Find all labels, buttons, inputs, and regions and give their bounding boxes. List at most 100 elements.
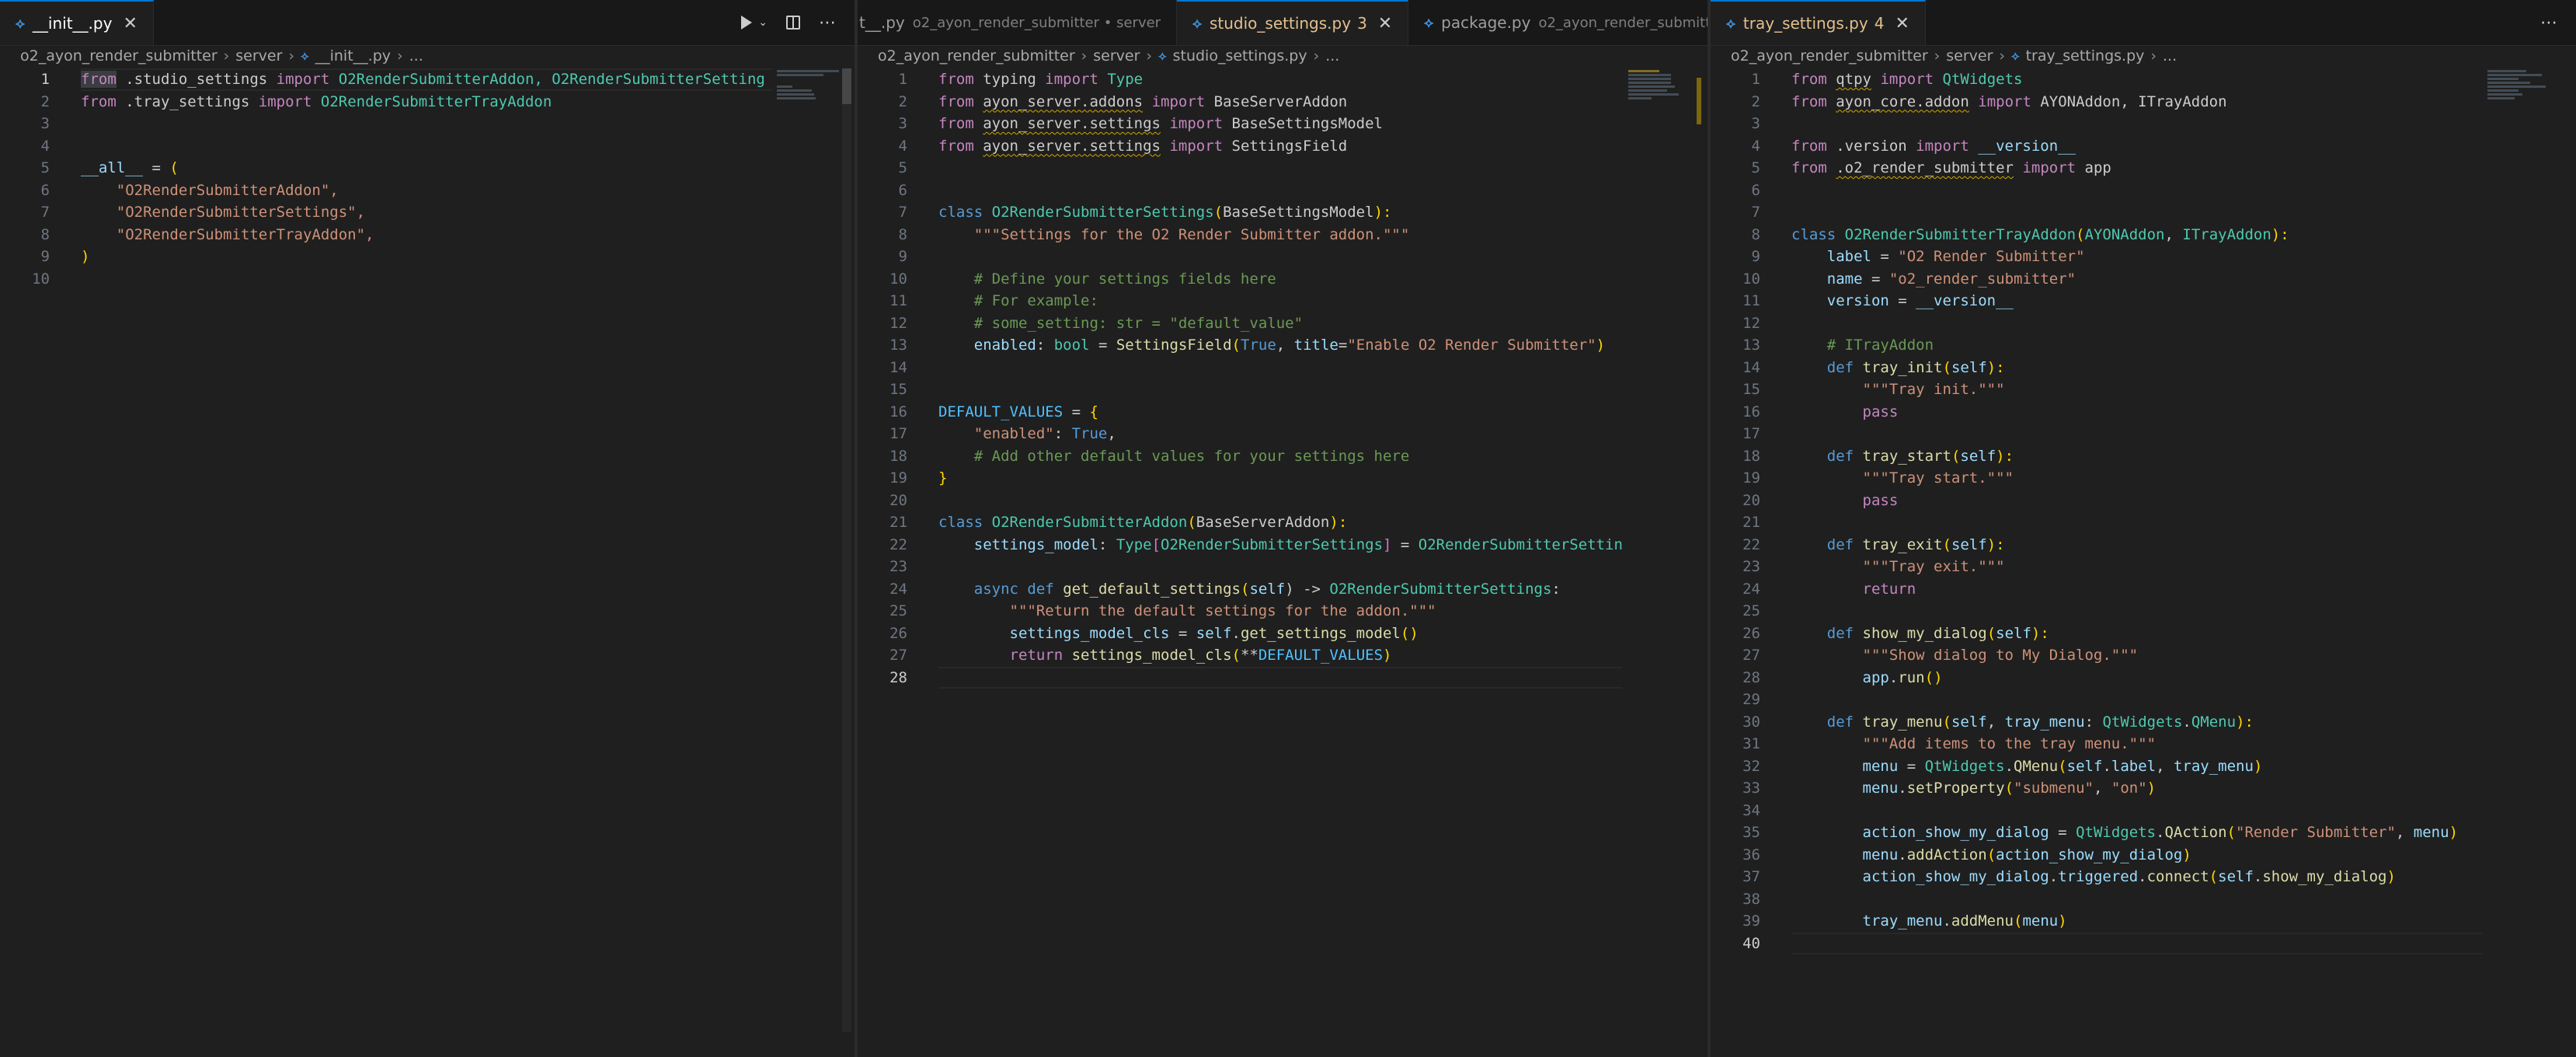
code-line[interactable]: 32 menu = QtWidgets.QMenu(self.label, tr…: [1711, 755, 2483, 778]
code-line[interactable]: 31 """Add items to the tray menu.""": [1711, 733, 2483, 755]
run-python-file-button[interactable]: ⌄: [741, 16, 768, 30]
code-line[interactable]: 12 # some_setting: str = "default_value": [858, 312, 1622, 335]
code-line[interactable]: 11 version = __version__: [1711, 290, 2483, 312]
code-line[interactable]: 21 class O2RenderSubmitterAddon(BaseServe…: [858, 511, 1622, 534]
tab-init-py[interactable]: ⟡ __init__.py ✕: [0, 0, 154, 45]
code-line[interactable]: 19 """Tray start.""": [1711, 467, 2483, 490]
minimap[interactable]: [1628, 68, 1694, 115]
code-line[interactable]: 8 """Settings for the O2 Render Submitte…: [858, 224, 1622, 246]
code-line[interactable]: 5 from .o2_render_submitter import app: [1711, 157, 2483, 180]
code-line[interactable]: 2 from ayon_core.addon import AYONAddon, …: [1711, 91, 2483, 113]
code-line[interactable]: 6: [858, 180, 1622, 202]
code-line[interactable]: 5: [858, 157, 1622, 180]
code-line[interactable]: 3: [1711, 113, 2483, 135]
code-line[interactable]: 5 __all__ = (: [0, 157, 772, 180]
breadcrumb-symbol[interactable]: ...: [409, 47, 423, 65]
code-line[interactable]: 28: [858, 667, 1622, 689]
more-actions-icon[interactable]: ⋯: [819, 13, 836, 33]
code-line[interactable]: 39 tray_menu.addMenu(menu): [1711, 910, 2483, 933]
tab-studio-settings-py[interactable]: ⟡ studio_settings.py 3 ✕: [1177, 0, 1409, 45]
code-line[interactable]: 9): [0, 246, 772, 268]
code-line[interactable]: 15: [858, 378, 1622, 401]
code-line[interactable]: 7 "O2RenderSubmitterSettings",: [0, 201, 772, 224]
code-line[interactable]: 17 "enabled": True,: [858, 423, 1622, 445]
code-line[interactable]: 20 pass: [1711, 490, 2483, 512]
breadcrumb-folder[interactable]: o2_ayon_render_submitter: [20, 47, 218, 65]
code-line[interactable]: 10 name = "o2_render_submitter": [1711, 268, 2483, 291]
code-line[interactable]: 1 from .studio_settings import O2RenderSu…: [0, 68, 772, 91]
code-line[interactable]: 17: [1711, 423, 2483, 445]
code-editor[interactable]: 1 from qtpy import QtWidgets 2 from ayon_co…: [1711, 68, 2576, 1057]
code-line[interactable]: 1 from qtpy import QtWidgets: [1711, 68, 2483, 91]
breadcrumb-folder[interactable]: o2_ayon_render_submitter: [1731, 47, 1928, 65]
code-line[interactable]: 24 async def get_default_settings(self) …: [858, 578, 1622, 601]
code-line[interactable]: 15 """Tray init.""": [1711, 378, 2483, 401]
code-line[interactable]: 33 menu.setProperty("submenu", "on"): [1711, 777, 2483, 800]
code-line[interactable]: 36 menu.addAction(action_show_my_dialog): [1711, 844, 2483, 867]
code-line[interactable]: 35 action_show_my_dialog = QtWidgets.QAc…: [1711, 822, 2483, 844]
code-line[interactable]: 28 app.run(): [1711, 667, 2483, 689]
minimap[interactable]: [2487, 68, 2553, 115]
code-line[interactable]: 26 settings_model_cls = self.get_setting…: [858, 623, 1622, 645]
code-line[interactable]: 25: [1711, 600, 2483, 623]
code-line[interactable]: 23 """Tray exit.""": [1711, 556, 2483, 578]
breadcrumb-folder[interactable]: server: [1946, 47, 1993, 65]
tab-package-py[interactable]: ⟡ package.py o2_ayon_render_submitter: [1408, 0, 1707, 45]
code-line[interactable]: 40: [1711, 933, 2483, 955]
close-icon[interactable]: ✕: [1378, 14, 1392, 33]
code-line[interactable]: 38: [1711, 888, 2483, 911]
code-line[interactable]: 22 settings_model: Type[O2RenderSubmitte…: [858, 534, 1623, 556]
tab-init-py-server[interactable]: t__.py o2_ayon_render_submitter • server: [858, 0, 1178, 45]
code-line[interactable]: 2 from ayon_server.addons import BaseServ…: [858, 91, 1622, 113]
code-line[interactable]: 22 def tray_exit(self):: [1711, 534, 2483, 556]
tab-tray-settings-py[interactable]: ⟡ tray_settings.py 4 ✕: [1711, 0, 1926, 45]
code-line[interactable]: 7 class O2RenderSubmitterSettings(BaseSet…: [858, 201, 1622, 224]
code-line[interactable]: 8 class O2RenderSubmitterTrayAddon(AYONAd…: [1711, 224, 2483, 246]
code-line[interactable]: 13 # ITrayAddon: [1711, 334, 2483, 357]
breadcrumb-folder[interactable]: server: [235, 47, 282, 65]
breadcrumb-folder[interactable]: o2_ayon_render_submitter: [878, 47, 1075, 65]
code-line[interactable]: 24 return: [1711, 578, 2483, 601]
code-line[interactable]: 9 label = "O2 Render Submitter": [1711, 246, 2483, 268]
breadcrumb-file[interactable]: tray_settings.py: [2026, 47, 2145, 65]
code-line[interactable]: 16 pass: [1711, 401, 2483, 424]
code-line[interactable]: 12: [1711, 312, 2483, 335]
code-line[interactable]: 3: [0, 113, 772, 135]
close-icon[interactable]: ✕: [1895, 14, 1909, 33]
split-editor-icon[interactable]: [786, 16, 800, 30]
code-line[interactable]: 37 action_show_my_dialog.triggered.conne…: [1711, 866, 2483, 888]
code-line[interactable]: 9: [858, 246, 1622, 268]
code-line[interactable]: 34: [1711, 800, 2483, 822]
code-line[interactable]: 1 from typing import Type: [858, 68, 1622, 91]
code-editor[interactable]: 1 from typing import Type 2 from ayon_serve…: [858, 68, 1707, 1057]
close-icon[interactable]: ✕: [123, 14, 137, 33]
code-line[interactable]: 7: [1711, 201, 2483, 224]
code-line[interactable]: 18 def tray_start(self):: [1711, 445, 2483, 468]
breadcrumb-symbol[interactable]: ...: [2163, 47, 2177, 65]
code-line[interactable]: 29: [1711, 689, 2483, 711]
code-line[interactable]: 13 enabled: bool = SettingsField(True, t…: [858, 334, 1622, 357]
code-line[interactable]: 4 from .version import __version__: [1711, 135, 2483, 158]
code-line[interactable]: 14 def tray_init(self):: [1711, 357, 2483, 379]
code-line[interactable]: 21: [1711, 511, 2483, 534]
code-line[interactable]: 14: [858, 357, 1622, 379]
breadcrumb-folder[interactable]: server: [1093, 47, 1140, 65]
code-line[interactable]: 20: [858, 490, 1622, 512]
code-line[interactable]: 27 """Show dialog to My Dialog.""": [1711, 644, 2483, 667]
minimap[interactable]: [777, 68, 842, 115]
code-line[interactable]: 10: [0, 268, 772, 291]
code-line[interactable]: 27 return settings_model_cls(**DEFAULT_V…: [858, 644, 1622, 667]
code-line[interactable]: 25 """Return the default settings for th…: [858, 600, 1622, 623]
code-line[interactable]: 8 "O2RenderSubmitterTrayAddon",: [0, 224, 772, 246]
breadcrumb-file[interactable]: __init__.py: [315, 47, 391, 65]
breadcrumb-file[interactable]: studio_settings.py: [1173, 47, 1307, 65]
code-line[interactable]: 23: [858, 556, 1622, 578]
code-line[interactable]: 4 from ayon_server.settings import Settin…: [858, 135, 1622, 158]
code-line[interactable]: 30 def tray_menu(self, tray_menu: QtWidg…: [1711, 711, 2483, 734]
code-line[interactable]: 19}: [858, 467, 1622, 490]
code-line[interactable]: 4: [0, 135, 772, 158]
code-line[interactable]: 2 from .tray_settings import O2RenderSubm…: [0, 91, 772, 113]
code-line[interactable]: 11 # For example:: [858, 290, 1622, 312]
code-line[interactable]: 26 def show_my_dialog(self):: [1711, 623, 2483, 645]
more-actions-icon[interactable]: ⋯: [2540, 13, 2557, 33]
